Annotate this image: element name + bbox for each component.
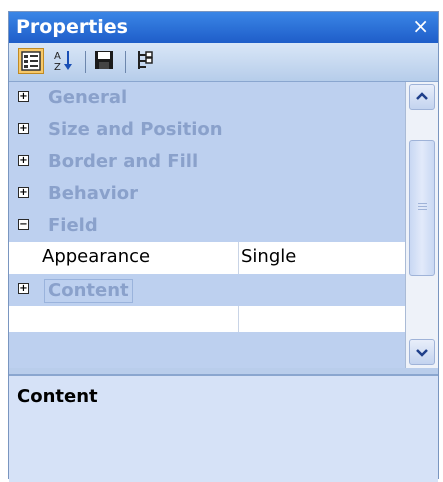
property-name: Appearance	[42, 246, 151, 267]
scrollbar-thumb[interactable]	[409, 140, 435, 276]
vertical-scrollbar[interactable]	[405, 82, 438, 368]
alphabetical-sort-icon: A Z	[54, 51, 72, 73]
hierarchy-button[interactable]	[132, 48, 158, 74]
hierarchy-icon	[138, 51, 153, 69]
toolbar: A Z	[9, 43, 438, 82]
expand-icon[interactable]: +	[18, 91, 29, 102]
description-pane: Content	[9, 374, 438, 482]
svg-text:Z: Z	[54, 62, 61, 72]
category-row-content[interactable]: + Content	[9, 274, 405, 306]
category-label: Field	[48, 215, 98, 236]
category-label: Content	[44, 279, 133, 303]
thumb-grip	[418, 206, 427, 207]
properties-panel: Properties × A Z + General + Size and Po…	[8, 11, 439, 482]
panel-title: Properties	[16, 16, 128, 38]
property-grid: + General + Size and Position + Border a…	[9, 82, 405, 368]
chevron-down-icon	[416, 349, 428, 357]
category-label: General	[48, 87, 128, 108]
svg-text:A: A	[54, 51, 61, 62]
category-row-field[interactable]: − Field	[9, 210, 405, 242]
categorized-view-button[interactable]	[18, 48, 44, 74]
property-value[interactable]: Single	[241, 246, 296, 267]
column-divider	[238, 306, 239, 332]
category-row-general[interactable]: + General	[9, 82, 405, 114]
expand-icon[interactable]: +	[18, 187, 29, 198]
save-icon	[95, 51, 113, 69]
category-row-border-and-fill[interactable]: + Border and Fill	[9, 146, 405, 178]
thumb-grip	[418, 203, 427, 204]
collapse-icon[interactable]: −	[18, 219, 29, 230]
toolbar-separator	[125, 51, 126, 73]
toolbar-separator	[85, 51, 86, 73]
property-row-appearance[interactable]: Appearance Single	[9, 242, 405, 274]
alphabetical-sort-button[interactable]: A Z	[52, 48, 78, 74]
scroll-down-button[interactable]	[409, 339, 435, 365]
categorized-view-icon	[21, 51, 41, 71]
column-divider	[238, 242, 239, 274]
thumb-grip	[418, 209, 427, 210]
scroll-up-button[interactable]	[409, 84, 435, 110]
empty-property-row	[9, 306, 405, 332]
category-label: Behavior	[48, 183, 139, 204]
save-button[interactable]	[92, 48, 118, 74]
expand-icon[interactable]: +	[18, 155, 29, 166]
category-row-size-and-position[interactable]: + Size and Position	[9, 114, 405, 146]
expand-icon[interactable]: +	[18, 283, 29, 294]
category-label: Size and Position	[48, 119, 223, 140]
category-label: Border and Fill	[48, 151, 199, 172]
category-row-behavior[interactable]: + Behavior	[9, 178, 405, 210]
description-title: Content	[17, 386, 98, 407]
expand-icon[interactable]: +	[18, 123, 29, 134]
close-icon[interactable]: ×	[412, 15, 429, 37]
chevron-up-icon	[416, 92, 428, 100]
title-bar[interactable]: Properties ×	[9, 12, 438, 43]
